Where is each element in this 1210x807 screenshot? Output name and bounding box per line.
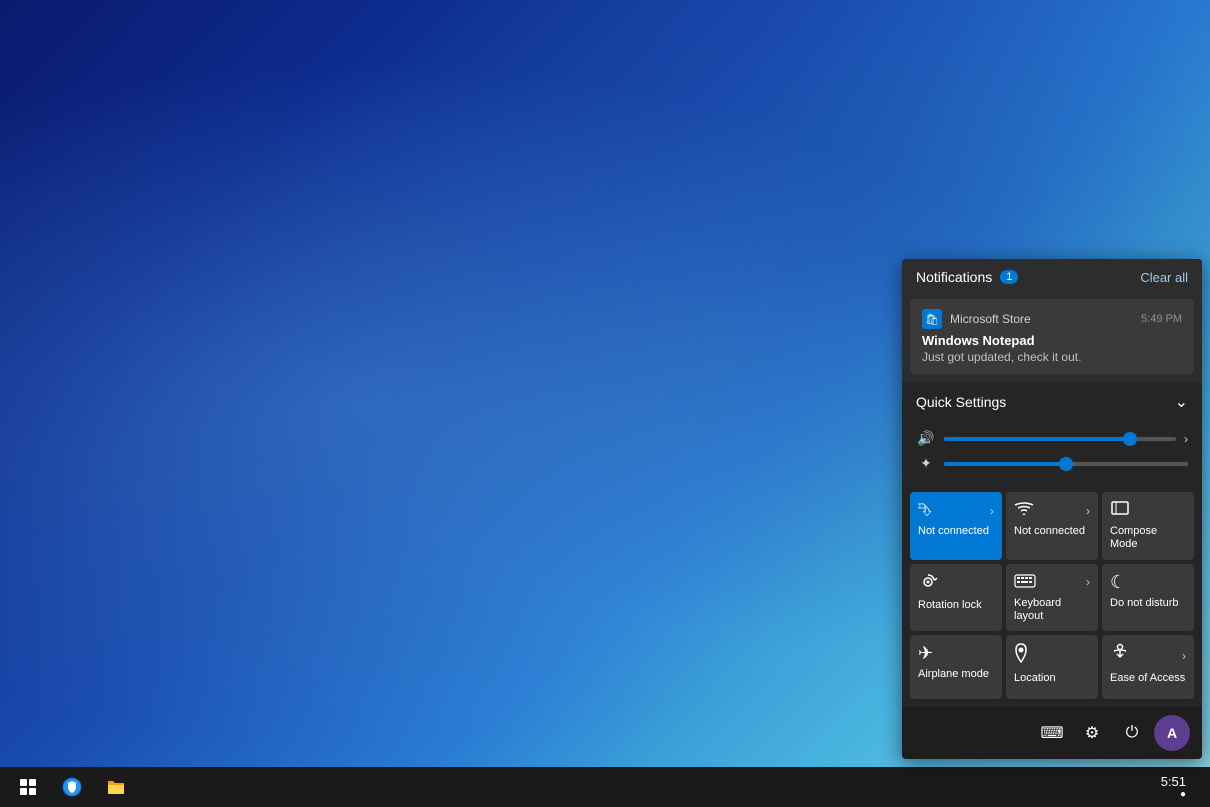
keyboard-icon-row: ›	[1014, 572, 1090, 593]
keyboard-svg-icon	[1014, 574, 1036, 588]
compose-mode-tile[interactable]: Compose Mode	[1102, 492, 1194, 559]
airplane-icon: ✈	[918, 643, 933, 664]
dnd-icon-row: ☾	[1110, 572, 1186, 593]
taskbar-right: 5:51 ●	[1145, 767, 1210, 807]
settings-button[interactable]: ⚙	[1074, 715, 1110, 751]
volume-thumb	[1123, 432, 1137, 446]
notif-time: 5:49 PM	[1141, 313, 1182, 325]
compose-svg-icon	[1110, 500, 1130, 516]
wifi-icon	[1014, 500, 1034, 521]
ease-of-access-icon	[1110, 643, 1130, 668]
taskbar-left	[0, 767, 136, 807]
wifi-tile[interactable]: › Not connected	[1006, 492, 1098, 559]
wifi-expand-arrow[interactable]: ›	[1086, 504, 1090, 518]
avatar-letter: A	[1167, 725, 1177, 741]
bluetooth-label: Not connected	[918, 525, 989, 538]
volume-fill	[944, 437, 1130, 441]
notifications-header: Notifications 1 Clear all	[902, 259, 1202, 295]
notif-card-header: 🛍 Microsoft Store 5:49 PM	[922, 309, 1182, 329]
power-icon: ⏻	[1126, 724, 1139, 742]
security-icon-button[interactable]	[52, 767, 92, 807]
notification-count-dot: ●	[1180, 789, 1186, 800]
moon-icon: ☾	[1110, 572, 1126, 593]
notif-body-text: Just got updated, check it out.	[922, 350, 1182, 364]
shield-icon	[62, 777, 82, 797]
ease-expand-arrow[interactable]: ›	[1182, 649, 1186, 663]
bluetooth-icon-row: ⮷ ›	[918, 500, 994, 521]
settings-gear-icon: ⚙	[1085, 723, 1099, 743]
file-explorer-button[interactable]	[96, 767, 136, 807]
rotation-lock-tile[interactable]: Rotation lock	[910, 564, 1002, 631]
notifications-label: Notifications	[916, 269, 992, 285]
keyboard-bottom-icon: ⌨	[1040, 723, 1063, 743]
clear-all-button[interactable]: Clear all	[1140, 270, 1188, 285]
airplane-label: Airplane mode	[918, 668, 989, 681]
do-not-disturb-tile[interactable]: ☾ Do not disturb	[1102, 564, 1194, 631]
notif-app-name: Microsoft Store	[950, 312, 1031, 326]
dnd-label: Do not disturb	[1110, 597, 1178, 610]
notif-title-area: Notifications 1	[916, 269, 1018, 285]
clock-display[interactable]: 5:51 ●	[1145, 767, 1202, 807]
ease-of-access-tile[interactable]: › Ease of Access	[1102, 635, 1194, 699]
keyboard-layout-bottom-button[interactable]: ⌨	[1034, 715, 1070, 751]
ease-svg-icon	[1110, 643, 1130, 663]
power-button[interactable]: ⏻	[1114, 715, 1150, 751]
airplane-icon-row: ✈	[918, 643, 994, 664]
rotation-svg-icon	[918, 572, 938, 590]
volume-icon: 🔊	[916, 430, 936, 447]
wifi-icon-row: ›	[1014, 500, 1090, 521]
windows-logo-icon	[20, 779, 36, 795]
notification-panel: Notifications 1 Clear all 🛍 Microsoft St…	[902, 259, 1202, 759]
volume-expand-arrow[interactable]: ›	[1184, 432, 1188, 446]
volume-slider[interactable]	[944, 437, 1176, 441]
airplane-mode-tile[interactable]: ✈ Airplane mode	[910, 635, 1002, 699]
location-tile[interactable]: Location	[1006, 635, 1098, 699]
taskbar: 5:51 ●	[0, 767, 1210, 807]
keyboard-label: Keyboard layout	[1014, 597, 1090, 623]
quick-settings-grid: ⮷ › Not connected ›	[902, 488, 1202, 707]
keyboard-expand-arrow[interactable]: ›	[1086, 575, 1090, 589]
panel-bottom-bar: ⌨ ⚙ ⏻ A	[902, 707, 1202, 759]
location-icon	[1014, 643, 1028, 668]
rotation-icon	[918, 572, 938, 595]
ease-label: Ease of Access	[1110, 672, 1185, 685]
keyboard-icon	[1014, 572, 1036, 593]
bluetooth-expand-arrow[interactable]: ›	[990, 504, 994, 518]
clock-area: 5:51 ●	[1153, 774, 1194, 800]
folder-icon	[106, 778, 126, 796]
brightness-slider[interactable]	[944, 462, 1188, 466]
brightness-row: ✦	[916, 455, 1188, 472]
quick-settings-collapse-button[interactable]: ⌄	[1175, 392, 1188, 412]
notification-badge: 1	[1000, 270, 1018, 284]
desktop: 5:51 ● Notifications 1 Clear all 🛍 Micro…	[0, 0, 1210, 807]
compose-icon-row	[1110, 500, 1186, 521]
wifi-svg-icon	[1014, 500, 1034, 516]
brightness-thumb	[1059, 457, 1073, 471]
compose-label: Compose Mode	[1110, 525, 1186, 551]
clock-time: 5:51	[1161, 774, 1186, 789]
location-label: Location	[1014, 672, 1056, 685]
notif-title-text: Windows Notepad	[922, 333, 1182, 348]
volume-row: 🔊 ›	[916, 430, 1188, 447]
bluetooth-tile[interactable]: ⮷ › Not connected	[910, 492, 1002, 559]
sliders-area: 🔊 › ✦	[902, 422, 1202, 488]
brightness-icon: ✦	[916, 455, 936, 472]
user-avatar-button[interactable]: A	[1154, 715, 1190, 751]
store-icon: 🛍	[922, 309, 942, 329]
bluetooth-icon: ⮷	[918, 500, 932, 521]
quick-settings-header: Quick Settings ⌄	[902, 382, 1202, 422]
keyboard-layout-tile[interactable]: › Keyboard layout	[1006, 564, 1098, 631]
notification-card: 🛍 Microsoft Store 5:49 PM Windows Notepa…	[910, 299, 1194, 374]
ease-icon-row: ›	[1110, 643, 1186, 668]
rotation-label: Rotation lock	[918, 599, 982, 612]
quick-settings-label: Quick Settings	[916, 394, 1006, 410]
brightness-fill	[944, 462, 1066, 466]
location-svg-icon	[1014, 643, 1028, 663]
rotation-icon-row	[918, 572, 994, 595]
compose-icon	[1110, 500, 1130, 521]
wifi-label: Not connected	[1014, 525, 1085, 538]
start-button[interactable]	[8, 767, 48, 807]
location-icon-row	[1014, 643, 1090, 668]
